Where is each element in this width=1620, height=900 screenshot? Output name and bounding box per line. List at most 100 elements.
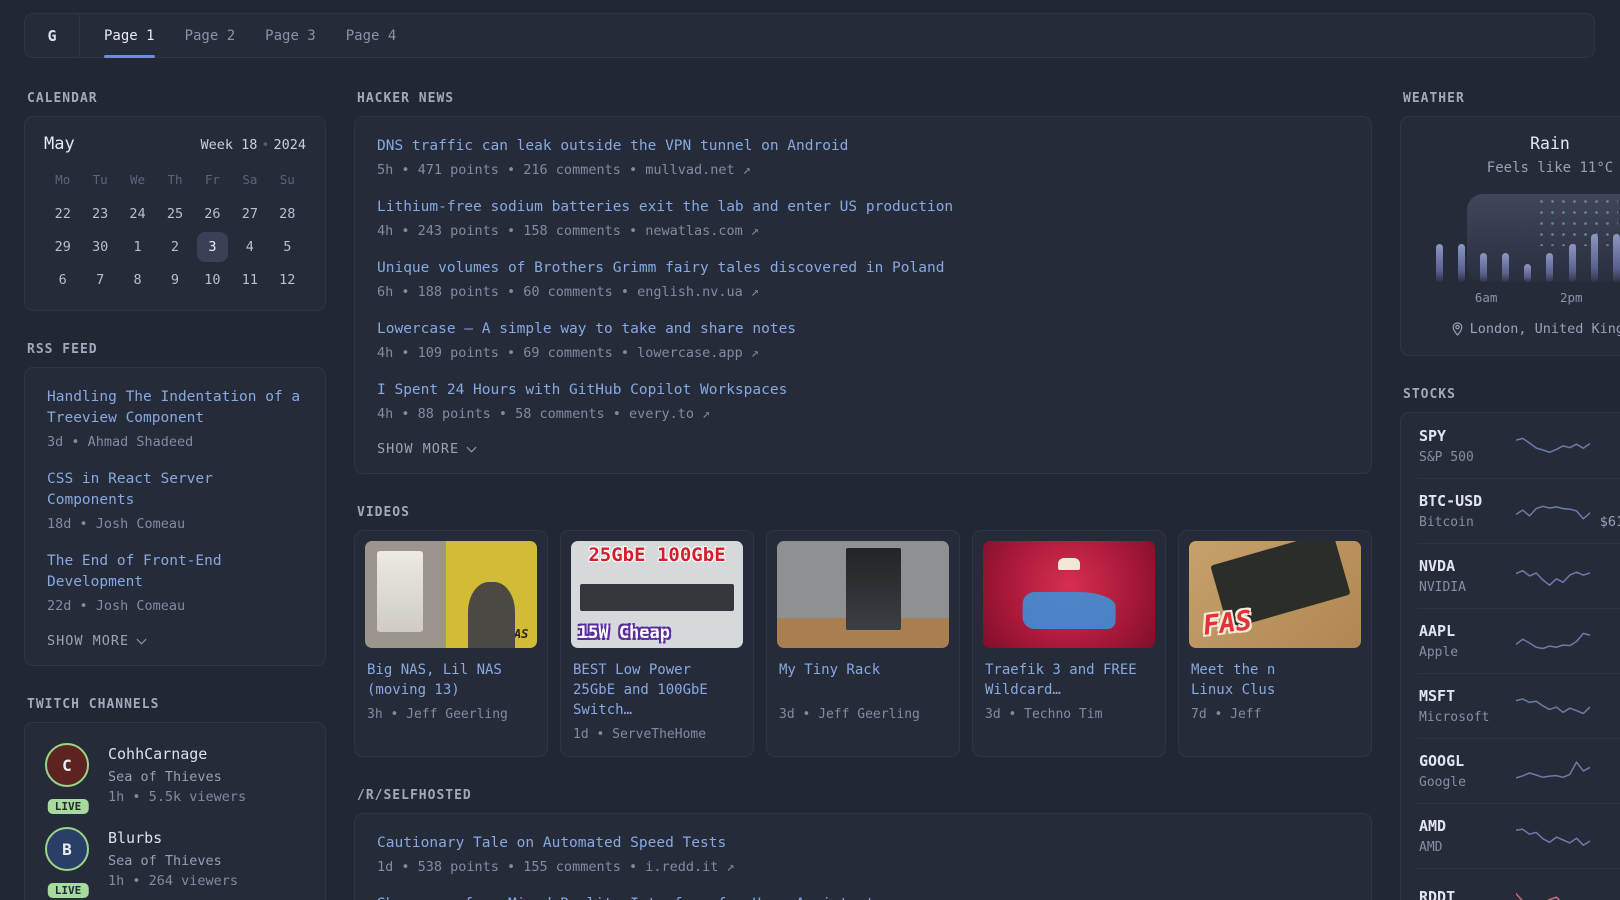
stock-change: +0.10%	[1590, 753, 1620, 769]
weather-bar	[1569, 244, 1576, 282]
stock-labels: AAPL Apple	[1419, 622, 1516, 660]
feed-item-title[interactable]: Handling The Indentation of a Treeview C…	[47, 387, 303, 429]
feed-item-meta: 5h • 471 points • 216 comments • mullvad…	[377, 161, 1349, 180]
page-tab[interactable]: Page 2	[185, 14, 236, 57]
calendar-day: 10	[197, 265, 228, 295]
video-title[interactable]: Traefik 3 and FREE Wildcard…	[985, 660, 1153, 700]
feed-item-title[interactable]: Lowercase – A simple way to take and sha…	[377, 319, 1349, 340]
stocks-widget: SPY S&P 500 +1.29% $511.57 BTC-USD Bitco…	[1400, 412, 1620, 900]
feed-item-title[interactable]: CSS in React Server Components	[47, 469, 303, 511]
feed-item-title[interactable]: Showcase of my Mixed Reality Interface f…	[377, 894, 1349, 900]
stock-name: Google	[1419, 775, 1516, 790]
video-title[interactable]: Big NAS, Lil NAS (moving 13)	[367, 660, 535, 700]
video-title[interactable]: My Tiny Rack	[779, 660, 947, 700]
stock-price: $511.57	[1590, 449, 1620, 465]
video-title[interactable]: BEST Low Power 25GbE and 100GbE Switch…	[573, 660, 741, 720]
video-meta: 3d • Jeff Geerling	[779, 707, 947, 722]
videos-section-label: VIDEOS	[357, 505, 1372, 520]
stock-row[interactable]: AAPL Apple +6.87% $184.91	[1417, 608, 1620, 673]
video-thumbnail[interactable]	[777, 541, 949, 648]
reddit-widget: Cautionary Tale on Automated Speed Tests…	[354, 813, 1372, 900]
feed-item-title[interactable]: Lithium-free sodium batteries exit the l…	[377, 197, 1349, 218]
feed-item: CSS in React Server Components 18d • Jos…	[47, 469, 303, 534]
stock-row[interactable]: SPY S&P 500 +1.29% $511.57	[1417, 414, 1620, 478]
stock-sparkline	[1516, 754, 1590, 788]
feed-item-title[interactable]: I Spent 24 Hours with GitHub Copilot Wor…	[377, 380, 1349, 401]
weather-bar	[1436, 244, 1443, 282]
video-thumbnail[interactable]	[983, 541, 1155, 648]
stock-price: $184.91	[1590, 644, 1620, 660]
calendar-weekday: Fr	[194, 166, 231, 197]
stock-name: AMD	[1419, 840, 1516, 855]
video-card[interactable]: LIL NAS Big NAS, Lil NAS (moving 13) 3h …	[354, 530, 548, 757]
feed-item-meta: 6h • 188 points • 60 comments • english.…	[377, 283, 1349, 302]
calendar-day: 25	[159, 199, 190, 229]
stock-sparkline	[1516, 689, 1590, 723]
stock-values: +0.10% $166.78	[1590, 753, 1620, 790]
video-meta: 1d • ServeTheHome	[573, 727, 741, 742]
stock-price: $406.43	[1590, 709, 1620, 725]
weather-bar	[1613, 234, 1620, 282]
stock-ticker: MSFT	[1419, 687, 1516, 705]
weather-bar	[1458, 244, 1465, 282]
feed-item-title[interactable]: Cautionary Tale on Automated Speed Tests	[377, 833, 1349, 854]
calendar-day: 6	[47, 265, 78, 295]
feed-item-meta: 1d • 538 points • 155 comments • i.redd.…	[377, 858, 1349, 877]
stock-row[interactable]: BTC-USD Bitcoin +4.40% $61,725.48	[1417, 478, 1620, 543]
stock-ticker: GOOGL	[1419, 752, 1516, 770]
separator-dot: •	[261, 137, 269, 153]
chevron-down-icon	[137, 635, 147, 645]
stock-ticker: BTC-USD	[1419, 492, 1516, 510]
weather-bar	[1524, 264, 1531, 282]
stock-row[interactable]: GOOGL Google +0.10% $166.78	[1417, 738, 1620, 803]
thumbnail-text-overlay: 25GbE 100GbE	[571, 544, 743, 566]
twitch-game: Sea of Thieves	[108, 852, 238, 871]
calendar-day: 1	[122, 232, 153, 262]
calendar-widget: May Week 18•2024 MoTuWeThFrSaSu222324252…	[24, 116, 326, 311]
rss-show-more-button[interactable]: SHOW MORE	[47, 633, 145, 649]
stock-labels: NVDA NVIDIA	[1419, 557, 1516, 595]
stock-row[interactable]: RDDT -1.65%	[1417, 868, 1620, 900]
video-card[interactable]: My Tiny Rack 3d • Jeff Geerling	[766, 530, 960, 757]
feed-item: Unique volumes of Brothers Grimm fairy t…	[377, 258, 1349, 302]
live-badge: LIVE	[48, 883, 89, 898]
stock-values: +6.87% $184.91	[1590, 623, 1620, 660]
page-tab[interactable]: Page 1	[104, 14, 155, 57]
video-thumbnail[interactable]: FAS	[1189, 541, 1361, 648]
page-tab[interactable]: Page 4	[346, 14, 397, 57]
location-pin-icon	[1452, 322, 1463, 336]
feed-item-title[interactable]: DNS traffic can leak outside the VPN tun…	[377, 136, 1349, 157]
stock-labels: RDDT	[1419, 888, 1516, 900]
video-thumbnail[interactable]: 25GbE 100GbE 15W Cheap	[571, 541, 743, 648]
hackernews-show-more-button[interactable]: SHOW MORE	[377, 441, 475, 457]
twitch-channel-row[interactable]: B LIVE Blurbs Sea of Thieves 1h • 264 vi…	[45, 827, 305, 891]
stock-change: -1.65%	[1590, 889, 1620, 900]
feed-item-title[interactable]: The End of Front-End Development	[47, 551, 303, 593]
thumbnail-text-overlay: 15W Cheap	[578, 623, 670, 643]
calendar-day: 8	[122, 265, 153, 295]
video-card[interactable]: FAS Meet the n Linux Clus 7d • Jeff	[1178, 530, 1372, 757]
twitch-channel-name[interactable]: Blurbs	[108, 829, 238, 847]
stock-sparkline	[1516, 559, 1590, 593]
stock-values: +3.52% $888.40	[1590, 558, 1620, 595]
stock-row[interactable]: AMD AMD +2.94% $150.45	[1417, 803, 1620, 868]
calendar-month: May	[44, 134, 75, 154]
video-thumbnail[interactable]: LIL NAS	[365, 541, 537, 648]
stock-labels: AMD AMD	[1419, 817, 1516, 855]
stock-row[interactable]: MSFT Microsoft +2.16% $406.43	[1417, 673, 1620, 738]
video-card[interactable]: 25GbE 100GbE 15W Cheap BEST Low Power 25G…	[560, 530, 754, 757]
reddit-list: Cautionary Tale on Automated Speed Tests…	[377, 833, 1349, 900]
calendar-day: 2	[159, 232, 190, 262]
video-title[interactable]: Meet the n Linux Clus	[1191, 660, 1359, 700]
stock-labels: MSFT Microsoft	[1419, 687, 1516, 725]
twitch-channel-row[interactable]: C LIVE CohhCarnage Sea of Thieves 1h • 5…	[45, 743, 305, 807]
stock-row[interactable]: NVDA NVIDIA +3.52% $888.40	[1417, 543, 1620, 608]
calendar-year: 2024	[273, 137, 306, 153]
twitch-channel-name[interactable]: CohhCarnage	[108, 745, 246, 763]
page-tab[interactable]: Page 3	[265, 14, 316, 57]
stock-ticker: NVDA	[1419, 557, 1516, 575]
feed-item-meta: 4h • 88 points • 58 comments • every.to …	[377, 405, 1349, 424]
video-card[interactable]: Traefik 3 and FREE Wildcard… 3d • Techno…	[972, 530, 1166, 757]
feed-item-title[interactable]: Unique volumes of Brothers Grimm fairy t…	[377, 258, 1349, 279]
thumbnail-text-overlay: LIL NAS	[478, 627, 529, 641]
